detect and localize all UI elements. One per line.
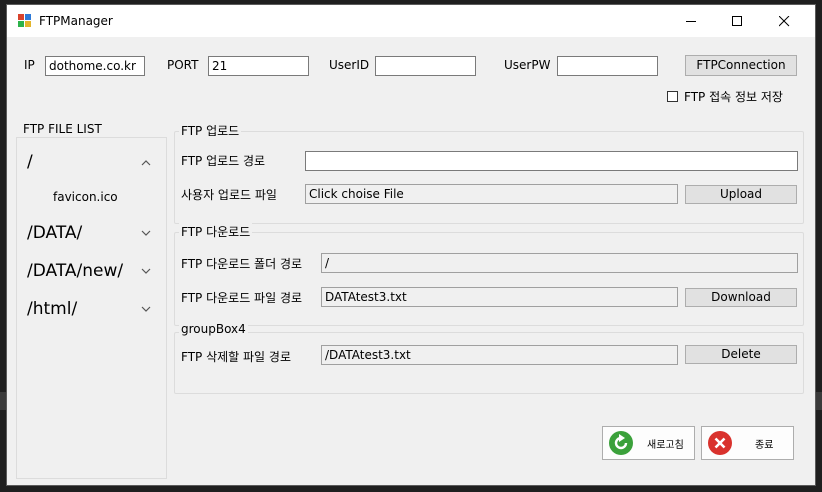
maximize-button[interactable] (714, 5, 760, 37)
download-folder-field[interactable]: / (321, 253, 798, 273)
userid-label: UserID (329, 58, 370, 72)
refresh-button[interactable]: 새로고침 (602, 426, 695, 460)
exit-button-label: 종료 (755, 440, 774, 451)
ftpmanager-window: FTPManager IP dothome.co.kr PORT 21 User… (6, 4, 816, 486)
chevron-down-icon[interactable] (141, 230, 151, 237)
ftp-connection-button[interactable]: FTPConnection (685, 55, 797, 76)
upload-button[interactable]: Upload (685, 185, 797, 204)
minimize-icon (686, 21, 696, 22)
chevron-up-icon[interactable] (141, 159, 151, 166)
chevron-down-icon[interactable] (141, 306, 151, 313)
userpw-label: UserPW (504, 58, 551, 72)
download-folder-label: FTP 다운로드 폴더 경로 (181, 257, 303, 271)
exit-button[interactable]: 종료 (701, 426, 794, 460)
folder-data[interactable]: /DATA/ (27, 223, 82, 243)
refresh-icon (609, 431, 633, 455)
upload-file-label: 사용자 업로드 파일 (181, 188, 277, 202)
window-title: FTPManager (39, 14, 113, 28)
background-strip-right (816, 392, 822, 410)
upload-path-input[interactable] (305, 151, 798, 171)
close-icon (708, 431, 732, 455)
file-favicon[interactable]: favicon.ico (53, 190, 118, 204)
userpw-input[interactable] (557, 56, 658, 76)
ip-label: IP (24, 58, 35, 72)
folder-root[interactable]: / (27, 152, 33, 172)
maximize-icon (732, 16, 742, 26)
title-bar: FTPManager (7, 5, 815, 37)
minimize-button[interactable] (668, 5, 714, 37)
download-button[interactable]: Download (685, 288, 797, 307)
delete-group-title: groupBox4 (179, 322, 248, 336)
ftp-file-list: / favicon.ico /DATA/ /DATA/new/ /html/ (16, 137, 167, 479)
file-list-title: FTP FILE LIST (23, 122, 102, 136)
port-label: PORT (167, 58, 199, 72)
upload-group (174, 131, 804, 224)
close-button[interactable] (761, 5, 807, 37)
download-file-label: FTP 다운로드 파일 경로 (181, 291, 303, 305)
upload-path-label: FTP 업로드 경로 (181, 154, 266, 168)
download-group (174, 232, 804, 326)
close-icon (779, 16, 790, 27)
refresh-button-label: 새로고침 (647, 440, 684, 451)
download-file-field[interactable]: DATAtest3.txt (321, 287, 678, 307)
upload-file-field[interactable]: Click choise File (305, 184, 678, 204)
delete-file-field[interactable]: /DATAtest3.txt (321, 345, 678, 365)
save-connection-checkbox[interactable] (667, 91, 678, 102)
delete-file-label: FTP 삭제할 파일 경로 (181, 350, 291, 364)
save-connection-label: FTP 접속 정보 저장 (684, 90, 783, 104)
ip-input[interactable]: dothome.co.kr (45, 56, 145, 76)
delete-button[interactable]: Delete (685, 345, 797, 364)
upload-group-title: FTP 업로드 (179, 122, 242, 139)
folder-html[interactable]: /html/ (27, 299, 77, 319)
chevron-down-icon[interactable] (141, 268, 151, 275)
folder-data-new[interactable]: /DATA/new/ (27, 261, 123, 281)
port-input[interactable]: 21 (208, 56, 309, 76)
download-group-title: FTP 다운로드 (179, 223, 253, 240)
userid-input[interactable] (375, 56, 476, 76)
ftpmanager-app-icon (18, 14, 32, 28)
